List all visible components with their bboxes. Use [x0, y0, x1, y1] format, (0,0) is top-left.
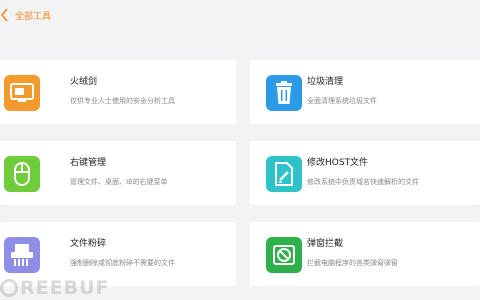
tool-card-popup-block[interactable]: 弹窗拦截 拦截电脑程序的各类弹窗弹窗	[250, 222, 480, 286]
tool-card-huorongjian[interactable]: 火绒剑 仅供专业人士使用的安全分析工具	[0, 60, 236, 124]
watermark: REEBUF	[0, 276, 109, 300]
shredder-icon	[4, 237, 40, 273]
tool-title: 垃圾清理	[307, 77, 344, 87]
watermark-logo-icon	[0, 279, 18, 297]
monitor-icon	[4, 75, 40, 111]
popup-block-icon	[266, 237, 302, 273]
top-bar: 全部工具	[0, 0, 480, 30]
tool-description: 修改系统中负责域名快速解析的文件	[307, 178, 419, 186]
trash-icon	[266, 75, 302, 111]
tool-title: 火绒剑	[70, 77, 98, 87]
tool-description: 管理文件、桌面、IE的右键菜单	[70, 178, 168, 186]
tool-description: 拦截电脑程序的各类弹窗弹窗	[307, 259, 398, 267]
tool-title: 文件粉碎	[70, 239, 107, 249]
mouse-icon	[4, 156, 40, 192]
tool-description: 全面清理系统垃圾文件	[307, 97, 377, 105]
edit-document-icon	[266, 156, 302, 192]
back-icon[interactable]	[0, 8, 12, 22]
tool-description: 强制删除或彻底粉碎不需要的文件	[70, 259, 175, 267]
breadcrumb[interactable]: 全部工具	[15, 9, 51, 22]
tool-card-garbage-clean[interactable]: 垃圾清理 全面清理系统垃圾文件	[250, 60, 480, 124]
tool-title: 修改HOST文件	[307, 158, 369, 168]
watermark-text: REEBUF	[20, 277, 110, 299]
tool-title: 右键管理	[70, 158, 107, 168]
tool-card-context-menu[interactable]: 右键管理 管理文件、桌面、IE的右键菜单	[0, 141, 236, 205]
tool-title: 弹窗拦截	[307, 239, 344, 249]
tool-card-edit-host[interactable]: 修改HOST文件 修改系统中负责域名快速解析的文件	[250, 141, 480, 205]
tool-description: 仅供专业人士使用的安全分析工具	[70, 97, 175, 105]
